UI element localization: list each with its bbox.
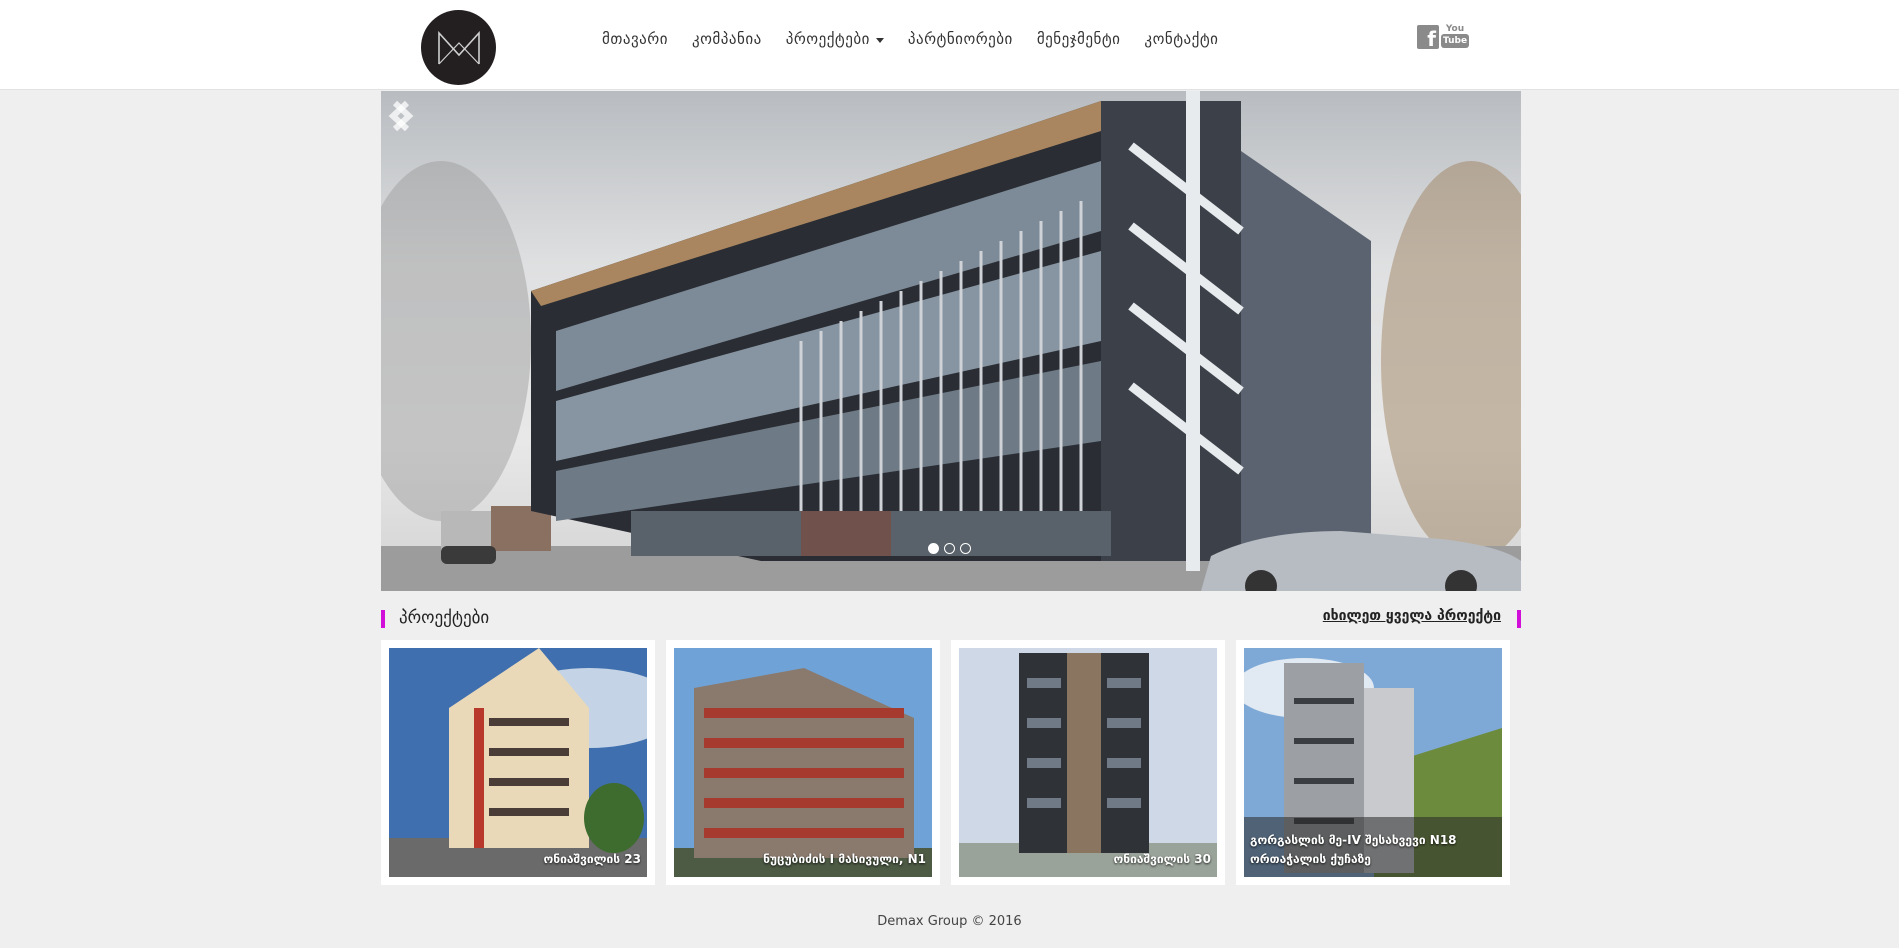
site-footer: Demax Group © 2016	[0, 897, 1899, 948]
nav-company-label: კომპანია	[691, 30, 762, 48]
slider-next-icon[interactable]	[381, 91, 421, 141]
nav-home-label: მთავარი	[602, 30, 668, 48]
project-image: გორგასლის მე-IV შესახვევი N18 ორთაჭალის …	[1244, 648, 1502, 877]
facebook-icon[interactable]: f	[1417, 25, 1439, 49]
accent-bar	[381, 610, 385, 628]
slider-dot-1[interactable]	[928, 543, 939, 554]
nav-partners-label: პარტნიორები	[907, 30, 1013, 48]
social-links: f You Tube	[1417, 24, 1470, 50]
caret-down-icon	[875, 37, 884, 43]
project-card[interactable]: ნუცუბიძის I მასივული, N1	[666, 640, 940, 885]
nav-projects[interactable]: პროექტები	[786, 30, 884, 48]
nav-partners[interactable]: პარტნიორები	[908, 30, 1013, 48]
project-caption: ონიაშვილის 23	[543, 852, 641, 866]
project-cards: ონიაშვილის 23 ნუცუბიძის I მასივული, N1 ო…	[381, 640, 1510, 885]
logo-m-icon	[437, 30, 480, 64]
project-image: ონიაშვილის 23	[389, 648, 647, 877]
project-card[interactable]: ონიაშვილის 30	[951, 640, 1225, 885]
accent-bar	[1517, 610, 1521, 628]
project-caption: ნუცუბიძის I მასივული, N1	[763, 852, 926, 866]
site-header: მთავარი კომპანია პროექტები პარტნიორები მ…	[0, 0, 1899, 90]
see-all-projects-link[interactable]: იხილეთ ყველა პროექტი	[1323, 608, 1501, 624]
youtube-icon[interactable]: You Tube	[1440, 24, 1470, 50]
nav-company[interactable]: კომპანია	[692, 30, 762, 48]
slider-indicators	[928, 543, 971, 554]
nav-projects-label: პროექტები	[785, 30, 870, 48]
project-image: ონიაშვილის 30	[959, 648, 1217, 877]
project-caption: ონიაშვილის 30	[1113, 852, 1211, 866]
hero-building-image	[381, 91, 1521, 591]
slider-dot-2[interactable]	[944, 543, 955, 554]
project-card[interactable]: გორგასლის მე-IV შესახვევი N18 ორთაჭალის …	[1236, 640, 1510, 885]
copyright-text: Demax Group © 2016	[877, 914, 1022, 929]
nav-management-label: მენეჯმენტი	[1036, 30, 1121, 48]
youtube-icon-bottom: Tube	[1440, 34, 1470, 48]
hero-slider[interactable]	[381, 91, 1521, 591]
nav-home[interactable]: მთავარი	[602, 30, 668, 48]
project-caption: გორგასლის მე-IV შესახვევი N18 ორთაჭალის …	[1244, 817, 1502, 877]
logo[interactable]	[421, 10, 496, 85]
main-nav: მთავარი კომპანია პროექტები პარტნიორები მ…	[602, 30, 1218, 48]
project-image: ნუცუბიძის I მასივული, N1	[674, 648, 932, 877]
youtube-icon-top: You	[1445, 24, 1465, 34]
nav-contact[interactable]: კონტაქტი	[1144, 30, 1218, 48]
nav-contact-label: კონტაქტი	[1144, 30, 1219, 48]
slider-dot-3[interactable]	[960, 543, 971, 554]
projects-title: პროექტები	[399, 608, 490, 628]
nav-management[interactable]: მენეჯმენტი	[1037, 30, 1121, 48]
projects-header: პროექტები იხილეთ ყველა პროექტი	[381, 608, 1521, 630]
project-card[interactable]: ონიაშვილის 23	[381, 640, 655, 885]
